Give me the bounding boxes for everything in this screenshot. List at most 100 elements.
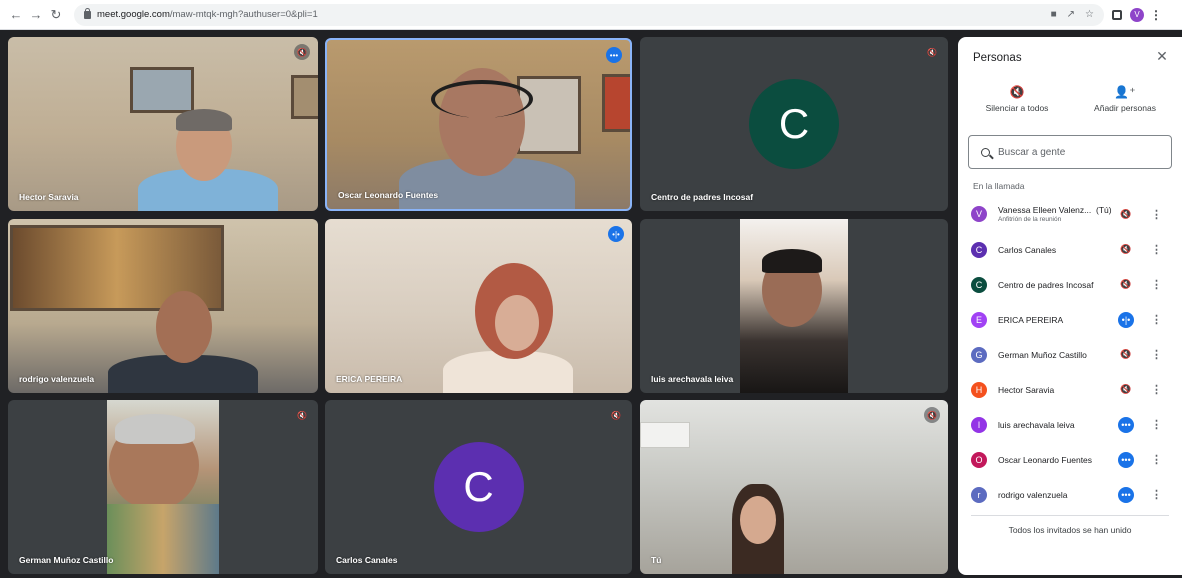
participant-text: Centro de padres Incosaf: [998, 280, 1108, 290]
side-panel-icon[interactable]: [1112, 9, 1122, 20]
video-tile[interactable]: rodrigo valenzuela: [8, 219, 318, 393]
tile-name: luis arechavala leiva: [651, 374, 734, 384]
forward-icon[interactable]: →: [28, 5, 44, 25]
wall-picture: [517, 76, 581, 154]
more-options-icon[interactable]: ⋮: [1151, 208, 1162, 221]
participant-video: [740, 219, 848, 393]
bookmark-star-icon[interactable]: ☆: [1085, 9, 1094, 20]
list-item[interactable]: l luis arechavala leiva ••• ⋮: [958, 407, 1182, 442]
video-tile[interactable]: C 🔇 Centro de padres Incosaf: [640, 37, 948, 211]
more-options-icon[interactable]: ⋮: [1151, 278, 1162, 291]
section-label: En la llamada: [973, 181, 1025, 191]
video-tile[interactable]: luis arechavala leiva: [640, 219, 948, 393]
avatar: l: [971, 416, 987, 433]
search-field[interactable]: [968, 135, 1172, 169]
add-people-label: Añadir personas: [1094, 103, 1156, 113]
profile-avatar[interactable]: V: [1130, 7, 1144, 22]
mic-off-icon: 🔇: [1120, 384, 1132, 394]
participant-video: [107, 400, 219, 574]
tile-name: rodrigo valenzuela: [19, 374, 95, 384]
participant-text: Carlos Canales: [998, 245, 1108, 255]
mic-off-icon: 🔇: [1120, 279, 1132, 289]
video-tile[interactable]: 🔇 Hector Saravia: [8, 37, 318, 211]
participant-text: Hector Saravia: [998, 385, 1108, 395]
mute-all-button[interactable]: 🔇 Silenciar a todos: [974, 85, 1060, 113]
audio-dots-icon: •••: [1118, 486, 1134, 503]
mic-off-icon: 🔇: [294, 44, 310, 60]
avatar: G: [971, 346, 987, 363]
avatar: H: [971, 381, 987, 398]
share-icon[interactable]: ↗: [1067, 9, 1075, 20]
participant-text: rodrigo valenzuela: [998, 490, 1108, 500]
close-icon[interactable]: ✕: [1154, 48, 1170, 65]
more-options-icon[interactable]: ⋮: [1151, 348, 1162, 361]
list-item[interactable]: V Vanessa Elleen Valenz... (Tú) Anfitrió…: [958, 196, 1182, 232]
mic-off-icon: 🔇: [611, 410, 621, 420]
browser-toolbar: ← → ↻ meet.google.com/maw-mtqk-mgh?authu…: [0, 0, 1182, 30]
video-tile[interactable]: C 🔇 Carlos Canales: [325, 400, 632, 574]
video-tile[interactable]: •|• ERICA PEREIRA: [325, 219, 632, 393]
more-options-icon[interactable]: ⋮: [1151, 453, 1162, 466]
more-options-icon[interactable]: ⋮: [1151, 488, 1162, 501]
video-tile-self[interactable]: 🔇 Tú: [640, 400, 948, 574]
back-icon[interactable]: ←: [8, 5, 24, 25]
add-person-icon: 👤⁺: [1114, 85, 1136, 99]
avatar: r: [971, 486, 987, 503]
search-icon: [981, 147, 990, 157]
more-options-icon[interactable]: •••: [606, 47, 622, 63]
search-input[interactable]: [998, 146, 1158, 158]
tile-name: Centro de padres Incosaf: [651, 192, 754, 202]
participant-text: German Muñoz Castillo: [998, 350, 1108, 360]
list-item[interactable]: O Oscar Leonardo Fuentes ••• ⋮: [958, 442, 1182, 477]
reload-icon[interactable]: ↻: [48, 5, 64, 25]
participant-avatar: C: [749, 79, 839, 169]
tile-name: ERICA PEREIRA: [336, 374, 403, 384]
participant-name: Hector Saravia: [998, 384, 1055, 395]
more-options-icon[interactable]: ⋮: [1151, 243, 1162, 256]
avatar: C: [971, 241, 987, 258]
avatar: O: [971, 451, 987, 468]
air-conditioner: [640, 422, 690, 448]
tile-name: German Muñoz Castillo: [19, 555, 114, 565]
list-item[interactable]: r rodrigo valenzuela ••• ⋮: [958, 477, 1182, 512]
participant-text: ERICA PEREIRA: [998, 315, 1108, 325]
participant-name: rodrigo valenzuela: [998, 489, 1068, 500]
mic-off-icon: 🔇: [1009, 85, 1025, 99]
divider: [971, 515, 1169, 516]
browser-menu-icon[interactable]: ⋮: [1150, 8, 1162, 22]
video-tile[interactable]: 🔇 German Muñoz Castillo: [8, 400, 318, 574]
more-options-icon[interactable]: ⋮: [1151, 313, 1162, 326]
participant-name: ERICA PEREIRA: [998, 314, 1064, 325]
footer-note: Todos los invitados se han unido: [1008, 525, 1132, 535]
add-people-button[interactable]: 👤⁺ Añadir personas: [1082, 85, 1168, 113]
more-options-icon[interactable]: ⋮: [1151, 418, 1162, 431]
avatar: E: [971, 311, 987, 328]
list-item[interactable]: C Carlos Canales 🔇 ⋮: [958, 232, 1182, 267]
participant-text: Vanessa Elleen Valenz... (Tú) Anfitrión …: [998, 205, 1128, 223]
mic-off-icon: 🔇: [297, 410, 307, 420]
audio-level-icon: •|•: [608, 226, 624, 242]
tile-name: Carlos Canales: [336, 555, 398, 565]
address-bar[interactable]: meet.google.com/maw-mtqk-mgh?authuser=0&…: [74, 3, 1104, 26]
wall-picture: [130, 67, 194, 113]
mic-off-icon: 🔇: [924, 407, 940, 423]
camera-icon[interactable]: ■: [1051, 9, 1057, 20]
url-path: /maw-mtqk-mgh?authuser=0&pli=1: [169, 9, 318, 20]
participant-name-text: Vanessa Elleen Valenz...: [998, 205, 1092, 215]
more-options-icon[interactable]: ⋮: [1151, 383, 1162, 396]
participant-name: German Muñoz Castillo: [998, 349, 1087, 360]
mute-all-label: Silenciar a todos: [985, 103, 1049, 113]
participant-name: Vanessa Elleen Valenz... (Tú): [998, 205, 1128, 215]
list-item[interactable]: C Centro de padres Incosaf 🔇 ⋮: [958, 267, 1182, 302]
video-tile[interactable]: ••• Oscar Leonardo Fuentes: [325, 38, 632, 211]
list-item[interactable]: E ERICA PEREIRA •|• ⋮: [958, 302, 1182, 337]
participant-text: Oscar Leonardo Fuentes: [998, 455, 1108, 465]
tile-name: Hector Saravia: [19, 192, 79, 202]
audio-dots-icon: •••: [1118, 416, 1134, 433]
participant-role: Anfitrión de la reunión: [998, 216, 1062, 223]
mic-off-icon: 🔇: [927, 47, 937, 57]
list-item[interactable]: G German Muñoz Castillo 🔇 ⋮: [958, 337, 1182, 372]
participant-avatar: C: [433, 442, 524, 532]
list-item[interactable]: H Hector Saravia 🔇 ⋮: [958, 372, 1182, 407]
lock-icon[interactable]: [84, 7, 91, 19]
